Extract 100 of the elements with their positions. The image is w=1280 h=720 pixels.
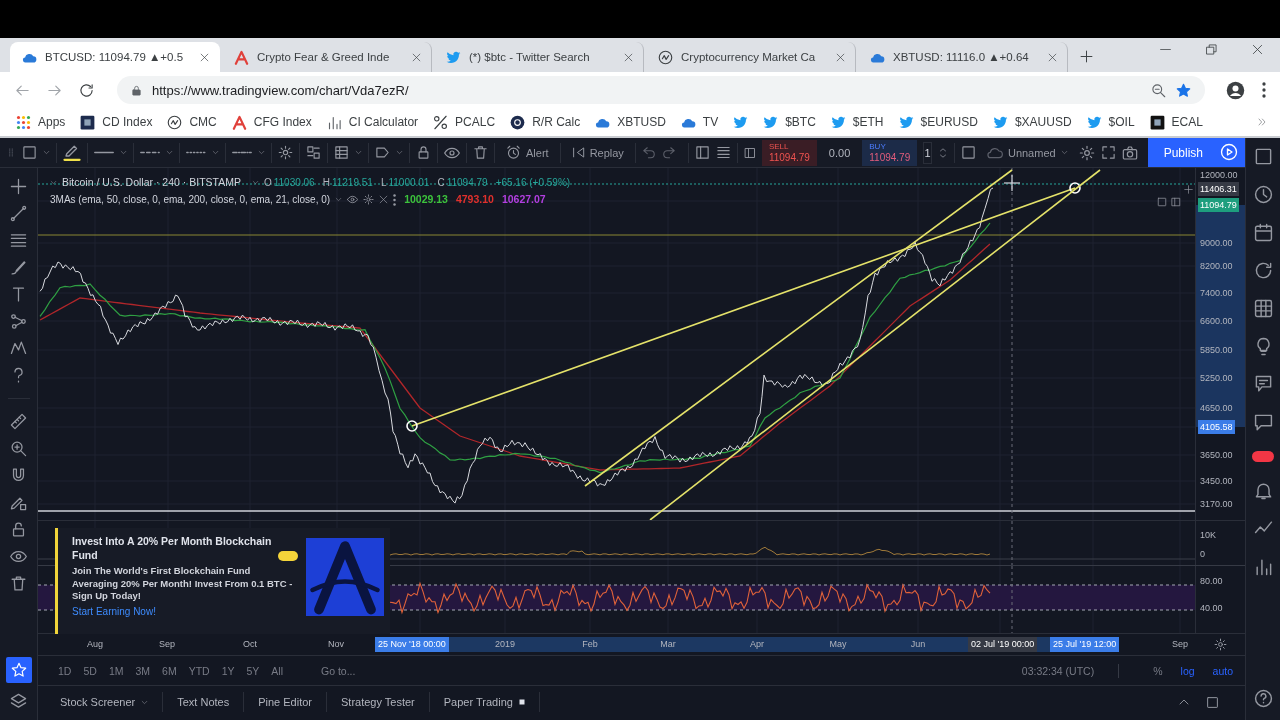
line-style-icon[interactable] xyxy=(186,150,206,155)
period-button[interactable]: 1Y xyxy=(217,662,239,679)
period-button[interactable]: 3M xyxy=(131,662,155,679)
minimize-icon[interactable] xyxy=(1160,48,1171,50)
period-button[interactable]: 5D xyxy=(79,662,101,679)
bookmark[interactable]: $XAUUSD xyxy=(992,114,1072,130)
stepper-icon[interactable] xyxy=(937,147,948,158)
alert-button[interactable]: Alert xyxy=(501,142,554,163)
zoom-icon[interactable] xyxy=(1151,82,1166,98)
panel-tab[interactable]: Stock Screener xyxy=(46,692,164,712)
table-icon[interactable] xyxy=(334,145,349,160)
zoom-in-icon[interactable] xyxy=(10,440,27,457)
more-icon[interactable] xyxy=(393,193,397,206)
trash-icon[interactable] xyxy=(10,575,27,592)
period-button[interactable]: 6M xyxy=(158,662,181,679)
period-button[interactable]: 1M xyxy=(104,662,128,679)
help-icon[interactable] xyxy=(1253,689,1273,708)
caret-icon[interactable] xyxy=(50,179,57,186)
new-tab-icon[interactable] xyxy=(1080,50,1093,63)
panel-icon[interactable] xyxy=(694,145,710,160)
bookmark[interactable]: CMC xyxy=(167,114,217,130)
reload-icon[interactable] xyxy=(79,82,94,98)
layout-name-button[interactable]: Unnamed xyxy=(981,141,1073,164)
eye-icon[interactable] xyxy=(10,548,27,565)
menu-icon[interactable] xyxy=(1262,82,1266,98)
bookmark[interactable]: ECAL xyxy=(1149,114,1203,130)
line-style-icon[interactable] xyxy=(140,150,160,155)
square-icon[interactable] xyxy=(960,145,976,160)
calendar-icon[interactable] xyxy=(1253,223,1273,242)
shape-icon[interactable] xyxy=(375,145,390,160)
trend-line[interactable] xyxy=(584,169,1013,487)
brush-icon[interactable] xyxy=(10,259,27,276)
period-button[interactable]: All xyxy=(267,662,287,679)
square-icon[interactable] xyxy=(1157,197,1167,207)
ruler-icon[interactable] xyxy=(10,413,27,430)
panel-icon[interactable] xyxy=(1171,197,1181,207)
bookmark[interactable]: Apps xyxy=(16,114,66,130)
gear-icon[interactable] xyxy=(278,145,293,160)
address-bar[interactable]: https://www.tradingview.com/chart/Vda7ezR/ xyxy=(117,76,1205,104)
camera-icon[interactable] xyxy=(1121,144,1138,161)
star-icon[interactable] xyxy=(1176,82,1191,98)
replay-button[interactable]: Replay xyxy=(566,143,629,162)
refresh-icon[interactable] xyxy=(1253,261,1273,280)
fullscreen-icon[interactable] xyxy=(1100,145,1116,160)
pattern-icon[interactable] xyxy=(10,340,27,357)
bookmark[interactable]: $EURUSD xyxy=(898,114,978,130)
go-to-button[interactable]: Go to... xyxy=(317,662,360,679)
period-button[interactable]: 1D xyxy=(54,662,76,679)
panel-tab[interactable]: Strategy Tester xyxy=(327,692,430,712)
gear-icon[interactable] xyxy=(363,194,375,205)
gear-icon[interactable] xyxy=(1213,638,1227,651)
template-icon[interactable] xyxy=(306,145,321,160)
redo-icon[interactable] xyxy=(661,145,676,160)
panel-icon[interactable] xyxy=(743,146,756,159)
bookmark[interactable]: R/R Calc xyxy=(510,114,581,130)
nodes-icon[interactable] xyxy=(10,313,27,330)
text-tool-icon[interactable] xyxy=(10,286,27,303)
bookmark[interactable] xyxy=(733,114,749,130)
line-style-icon[interactable] xyxy=(94,150,114,155)
quantity-field[interactable]: 1 xyxy=(923,141,932,164)
restore-icon[interactable] xyxy=(1206,43,1217,55)
publish-button[interactable]: Publish xyxy=(1147,138,1215,167)
lines-icon[interactable] xyxy=(10,232,27,249)
crosshair-icon[interactable] xyxy=(10,178,27,195)
close-icon[interactable] xyxy=(1252,43,1263,55)
close-icon[interactable] xyxy=(836,52,845,62)
plus-icon[interactable] xyxy=(1184,185,1193,194)
panel-tab[interactable]: Paper Trading xyxy=(429,692,540,712)
study-title[interactable]: 3MAs (ema, 50, close, 0, ema, 200, close, 0, ema, 21, close, 0) xyxy=(50,193,331,206)
sell-button[interactable]: SELL 11094.79 xyxy=(761,139,817,166)
bookmark[interactable]: $OIL xyxy=(1086,114,1135,130)
clock-icon[interactable] xyxy=(1253,185,1273,204)
scale-toggle[interactable]: % xyxy=(1149,662,1167,679)
layers-icon[interactable] xyxy=(10,693,27,710)
gear-icon[interactable] xyxy=(1078,144,1095,161)
scale-toggle[interactable]: auto xyxy=(1208,662,1237,679)
caret-icon[interactable] xyxy=(251,179,259,186)
panel-tab[interactable]: Pine Editor xyxy=(244,692,327,712)
bookmark[interactable]: $ETH xyxy=(830,114,884,130)
close-icon[interactable] xyxy=(200,52,209,62)
lock-icon[interactable] xyxy=(10,521,27,538)
trend-line[interactable] xyxy=(649,169,1101,520)
lock-icon[interactable] xyxy=(416,145,431,160)
eye-icon[interactable] xyxy=(347,194,359,205)
grid-icon[interactable] xyxy=(1253,299,1273,318)
profile-icon[interactable] xyxy=(1226,80,1245,100)
bookmark[interactable]: XBTUSD xyxy=(595,114,666,130)
chat-icon[interactable] xyxy=(1253,413,1273,432)
trend-line-icon[interactable] xyxy=(10,205,27,222)
period-button[interactable]: YTD xyxy=(184,662,214,679)
bookmark[interactable]: CD Index xyxy=(80,114,153,130)
pencil-icon[interactable] xyxy=(63,143,81,162)
period-button[interactable]: 5Y xyxy=(242,662,264,679)
scale-toggle[interactable]: log xyxy=(1176,662,1199,679)
undo-icon[interactable] xyxy=(641,145,656,160)
bars-icon[interactable] xyxy=(1253,557,1273,576)
chat-icon[interactable] xyxy=(1253,375,1273,394)
square-icon[interactable] xyxy=(1253,147,1273,166)
close-icon[interactable] xyxy=(379,195,389,204)
notification-badge-icon[interactable] xyxy=(1252,451,1274,462)
